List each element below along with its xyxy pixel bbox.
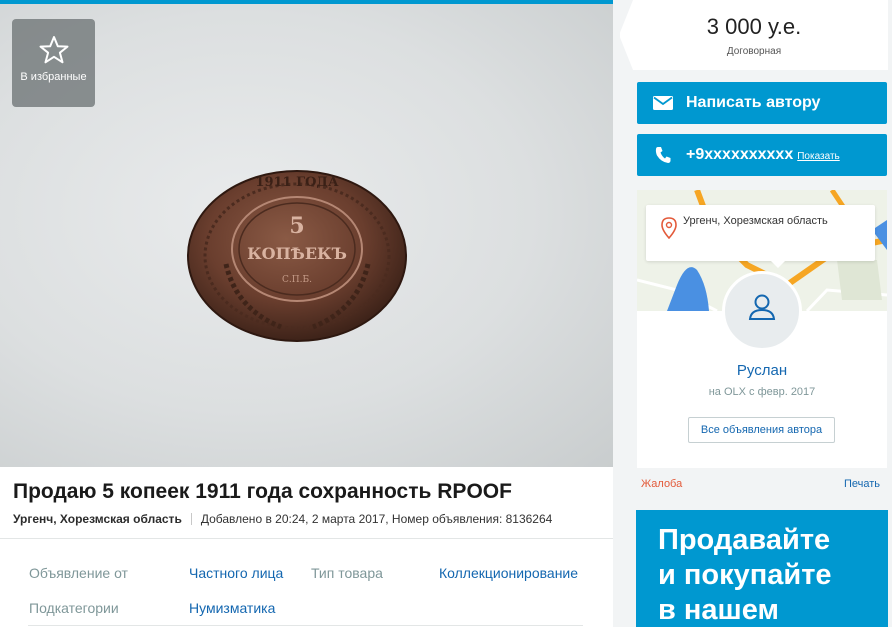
- listing-photo[interactable]: В избранные 5 КОПѢЕКЪ С.П.Б. 1911 ГОДА: [0, 0, 613, 467]
- svg-text:С.П.Б.: С.П.Б.: [282, 275, 312, 285]
- phone-number: +9xxxxxxxxxx: [686, 146, 794, 163]
- param-value-subcategory[interactable]: Нумизматика: [189, 600, 275, 616]
- divider: [28, 625, 583, 626]
- seller-name[interactable]: Руслан: [637, 362, 887, 379]
- listing-meta: Ургенч, Хорезмская область Добавлено в 2…: [13, 512, 552, 526]
- price-note: Договорная: [726, 46, 782, 57]
- write-author-label: Написать автору: [686, 94, 821, 111]
- param-label-product-type: Тип товара: [311, 565, 383, 581]
- star-icon: [39, 36, 68, 64]
- svg-text:КОПѢЕКЪ: КОПѢЕКЪ: [247, 244, 347, 263]
- coin-image: 5 КОПѢЕКЪ С.П.Б. 1911 ГОДА: [187, 170, 407, 342]
- listing-added-info: Добавлено в 20:24, 2 марта 2017, Номер о…: [200, 512, 553, 526]
- print-link[interactable]: Печать: [844, 478, 880, 490]
- map-pin-icon: [661, 217, 677, 239]
- param-value-product-type[interactable]: Коллекционирование: [439, 565, 578, 581]
- param-label-offered-by: Объявление от: [29, 565, 128, 581]
- listing-main: В избранные 5 КОПѢЕКЪ С.П.Б. 1911 ГОДА П…: [0, 0, 613, 627]
- price-amount: 3 000 у.е.: [706, 14, 802, 39]
- phone-icon: [653, 146, 673, 164]
- promo-line: в нашем: [658, 594, 779, 626]
- price-box: 3 000 у.е. Договорная: [619, 0, 888, 70]
- favorite-label: В избранные: [20, 71, 87, 83]
- envelope-icon: [653, 96, 673, 110]
- param-value-offered-by[interactable]: Частного лица: [189, 565, 283, 581]
- promo-line: Продавайте: [658, 524, 831, 556]
- promo-banner[interactable]: Продавайте и покупайте в нашем: [636, 510, 888, 627]
- map-location-text: Ургенч, Хорезмская область: [683, 215, 828, 227]
- page: В избранные 5 КОПѢЕКЪ С.П.Б. 1911 ГОДА П…: [0, 0, 892, 627]
- write-author-button[interactable]: Написать автору: [637, 82, 887, 124]
- svg-text:5: 5: [289, 213, 304, 239]
- svg-text:1911 ГОДА: 1911 ГОДА: [255, 175, 339, 190]
- listing-location[interactable]: Ургенч, Хорезмская область: [13, 512, 182, 526]
- all-seller-ads-button[interactable]: Все объявления автора: [688, 417, 835, 443]
- phone-button[interactable]: +9xxxxxxxxxx Показать: [637, 134, 887, 176]
- divider: [0, 538, 613, 539]
- complain-link[interactable]: Жалоба: [641, 478, 682, 490]
- seller-card: Ургенч, Хорезмская область Руслан на OLX…: [637, 190, 887, 468]
- listing-title: Продаю 5 копеек 1911 года сохранность RP…: [13, 480, 512, 503]
- show-phone-link[interactable]: Показать: [797, 151, 840, 162]
- map-location-label: Ургенч, Хорезмская область: [646, 205, 875, 268]
- user-icon: [748, 294, 776, 320]
- favorite-button[interactable]: В избранные: [12, 19, 95, 107]
- meta-divider: [190, 513, 192, 525]
- param-label-subcategory: Подкатегории: [29, 600, 119, 616]
- promo-line: и покупайте: [658, 559, 832, 591]
- seller-since: на OLX с февр. 2017: [708, 386, 816, 398]
- seller-avatar[interactable]: [722, 271, 802, 351]
